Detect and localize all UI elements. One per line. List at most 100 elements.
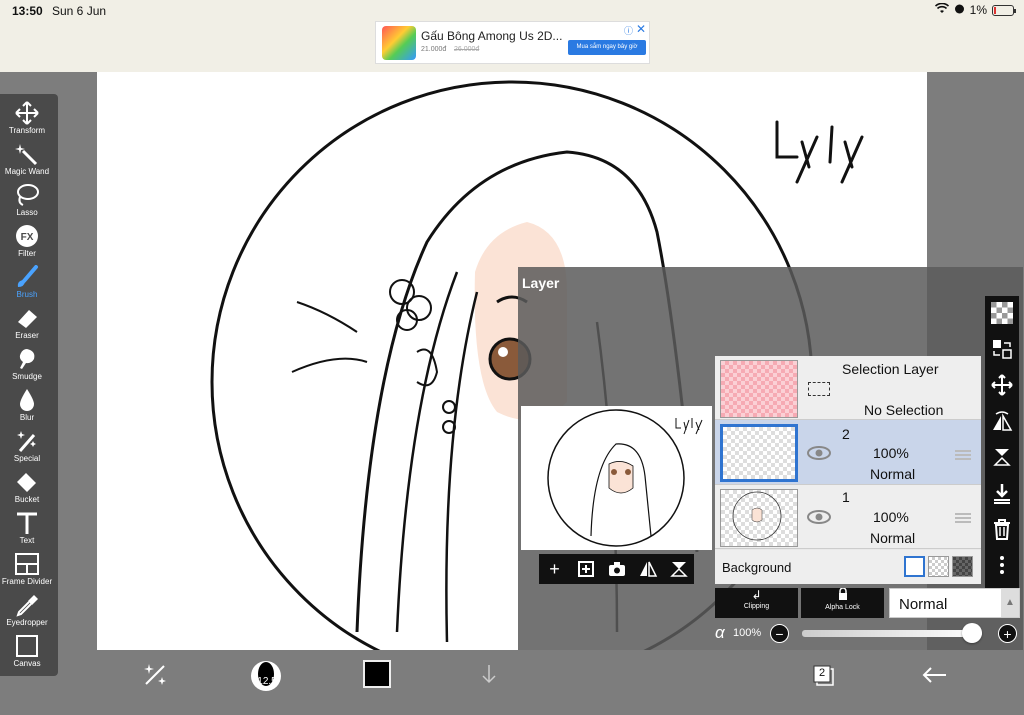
text-icon (17, 512, 37, 534)
tool-label: Text (19, 536, 35, 545)
selection-layer-row[interactable]: Selection Layer No Selection (715, 356, 981, 420)
tool-label: Frame Divider (1, 577, 53, 586)
ad-info-icon[interactable]: ⓘ (624, 24, 633, 37)
tool-lasso[interactable]: Lasso (0, 180, 54, 221)
clipping-label: Clipping (743, 603, 770, 610)
layer-panel-title: Layer (522, 275, 560, 291)
smudge-icon (19, 349, 35, 369)
frame-divider-icon (15, 553, 39, 575)
tool-magic-wand[interactable]: Magic Wand (0, 139, 54, 180)
battery-percent: 1% (969, 3, 987, 17)
flip-horizontal-icon[interactable] (638, 559, 658, 579)
flip-layer-icon[interactable] (990, 410, 1014, 434)
blend-mode-value: Normal (899, 596, 948, 613)
clipping-button[interactable]: ↲ Clipping (715, 588, 798, 618)
download-icon[interactable] (474, 660, 504, 690)
opacity-slider-handle[interactable] (962, 623, 982, 643)
camera-icon[interactable] (607, 559, 627, 579)
drag-handle-icon[interactable] (955, 450, 971, 460)
alpha-symbol: α (715, 623, 725, 642)
tool-eraser[interactable]: Eraser (0, 303, 54, 344)
preview-thumbnail (547, 409, 703, 547)
alpha-lock-button[interactable]: Alpha Lock (801, 587, 884, 618)
lock-icon (801, 587, 884, 604)
brush-size-value: 12.5 (257, 676, 277, 687)
tool-canvas[interactable]: Canvas (0, 631, 54, 672)
tool-brush[interactable]: Brush (0, 262, 54, 303)
trash-icon[interactable] (990, 518, 1014, 542)
color-swatch[interactable] (363, 660, 391, 688)
eye-icon[interactable] (807, 509, 831, 525)
tool-transform[interactable]: Transform (0, 98, 54, 139)
status-time: 13:50 (12, 4, 43, 18)
ad-price: 21.000đ (421, 46, 447, 53)
tool-blur[interactable]: Blur (0, 385, 54, 426)
ad-close-icon[interactable]: ✕ (636, 22, 646, 36)
ad-title[interactable]: Gấu Bông Among Us 2D... (421, 29, 562, 43)
layer-row-2[interactable]: 2 100% Normal (715, 420, 981, 485)
opacity-increase-button[interactable]: + (998, 624, 1017, 643)
rotate-icon[interactable] (669, 559, 689, 579)
tool-special[interactable]: Special (0, 426, 54, 467)
fx-icon: FX (16, 225, 38, 247)
layers-button[interactable]: 2 (808, 660, 838, 690)
eye-icon[interactable] (807, 445, 831, 461)
brush-icon (17, 265, 38, 287)
tool-label: Blur (19, 413, 35, 422)
dropdown-arrow-icon: ▲ (1001, 589, 1019, 617)
tool-eyedropper[interactable]: Eyedropper (0, 590, 54, 631)
tool-frame-divider[interactable]: Frame Divider (0, 549, 54, 590)
layer-transfer-icon[interactable] (990, 338, 1014, 362)
layer-preview[interactable] (521, 406, 712, 550)
battery-icon (992, 4, 1016, 16)
tool-label: Brush (16, 290, 38, 299)
add-layer-icon[interactable]: + (545, 559, 565, 579)
blend-mode-select[interactable]: Normal ▲ (889, 588, 1020, 618)
alpha-lock-label: Alpha Lock (825, 604, 860, 611)
background-dark-swatch[interactable] (952, 556, 973, 577)
ad-old-price: 26.000đ (454, 46, 480, 53)
opacity-slider[interactable] (802, 623, 982, 643)
tool-label: Eraser (15, 331, 39, 340)
tool-label: Filter (18, 249, 36, 258)
move-icon[interactable] (990, 374, 1014, 398)
alarm-icon (954, 3, 965, 17)
tool-label: Transform (8, 126, 46, 135)
layer-thumbnail (720, 489, 798, 547)
lasso-icon (17, 184, 39, 206)
checkerboard-icon[interactable] (990, 302, 1014, 326)
drag-handle-icon[interactable] (955, 513, 971, 523)
tool-smudge[interactable]: Smudge (0, 344, 54, 385)
back-arrow-icon[interactable] (920, 660, 950, 690)
special-icon (17, 431, 36, 452)
layer-row-1[interactable]: 1 100% Normal (715, 485, 981, 549)
bottom-toolbar: 12.5 2 (67, 650, 1024, 715)
clipping-arrow-icon: ↲ (751, 588, 762, 602)
add-layer-copy-icon[interactable] (576, 559, 596, 579)
flip-vertical-icon[interactable] (990, 446, 1014, 470)
ad-image[interactable] (382, 26, 416, 60)
quick-transform-icon[interactable] (140, 660, 170, 690)
background-white-swatch[interactable] (904, 556, 925, 577)
ad-cta-button[interactable]: Mua sắm ngay bây giờ (568, 40, 646, 55)
selection-marquee-icon (808, 382, 830, 396)
tool-label: Magic Wand (4, 167, 50, 176)
layer-name: 2 (842, 426, 850, 442)
layer-name: Selection Layer (842, 361, 939, 377)
tool-bucket[interactable]: Bucket (0, 467, 54, 508)
tool-label: Special (13, 454, 41, 463)
layer-name: 1 (842, 489, 850, 505)
background-label: Background (722, 560, 792, 575)
background-transparent-swatch[interactable] (928, 556, 949, 577)
layer-opacity: 100% (873, 509, 909, 525)
magic-wand-icon (15, 144, 38, 166)
more-options-icon[interactable] (990, 554, 1014, 578)
merge-down-icon[interactable] (990, 482, 1014, 506)
tool-text[interactable]: Text (0, 508, 54, 549)
tool-filter[interactable]: FX Filter (0, 221, 54, 262)
tool-label: Lasso (16, 208, 38, 217)
opacity-decrease-button[interactable]: − (770, 624, 789, 643)
layer-thumbnail (720, 424, 798, 482)
ad-banner[interactable]: Gấu Bông Among Us 2D... 21.000đ 26.000đ … (375, 21, 650, 64)
brush-size-indicator[interactable]: 12.5 (250, 660, 282, 692)
